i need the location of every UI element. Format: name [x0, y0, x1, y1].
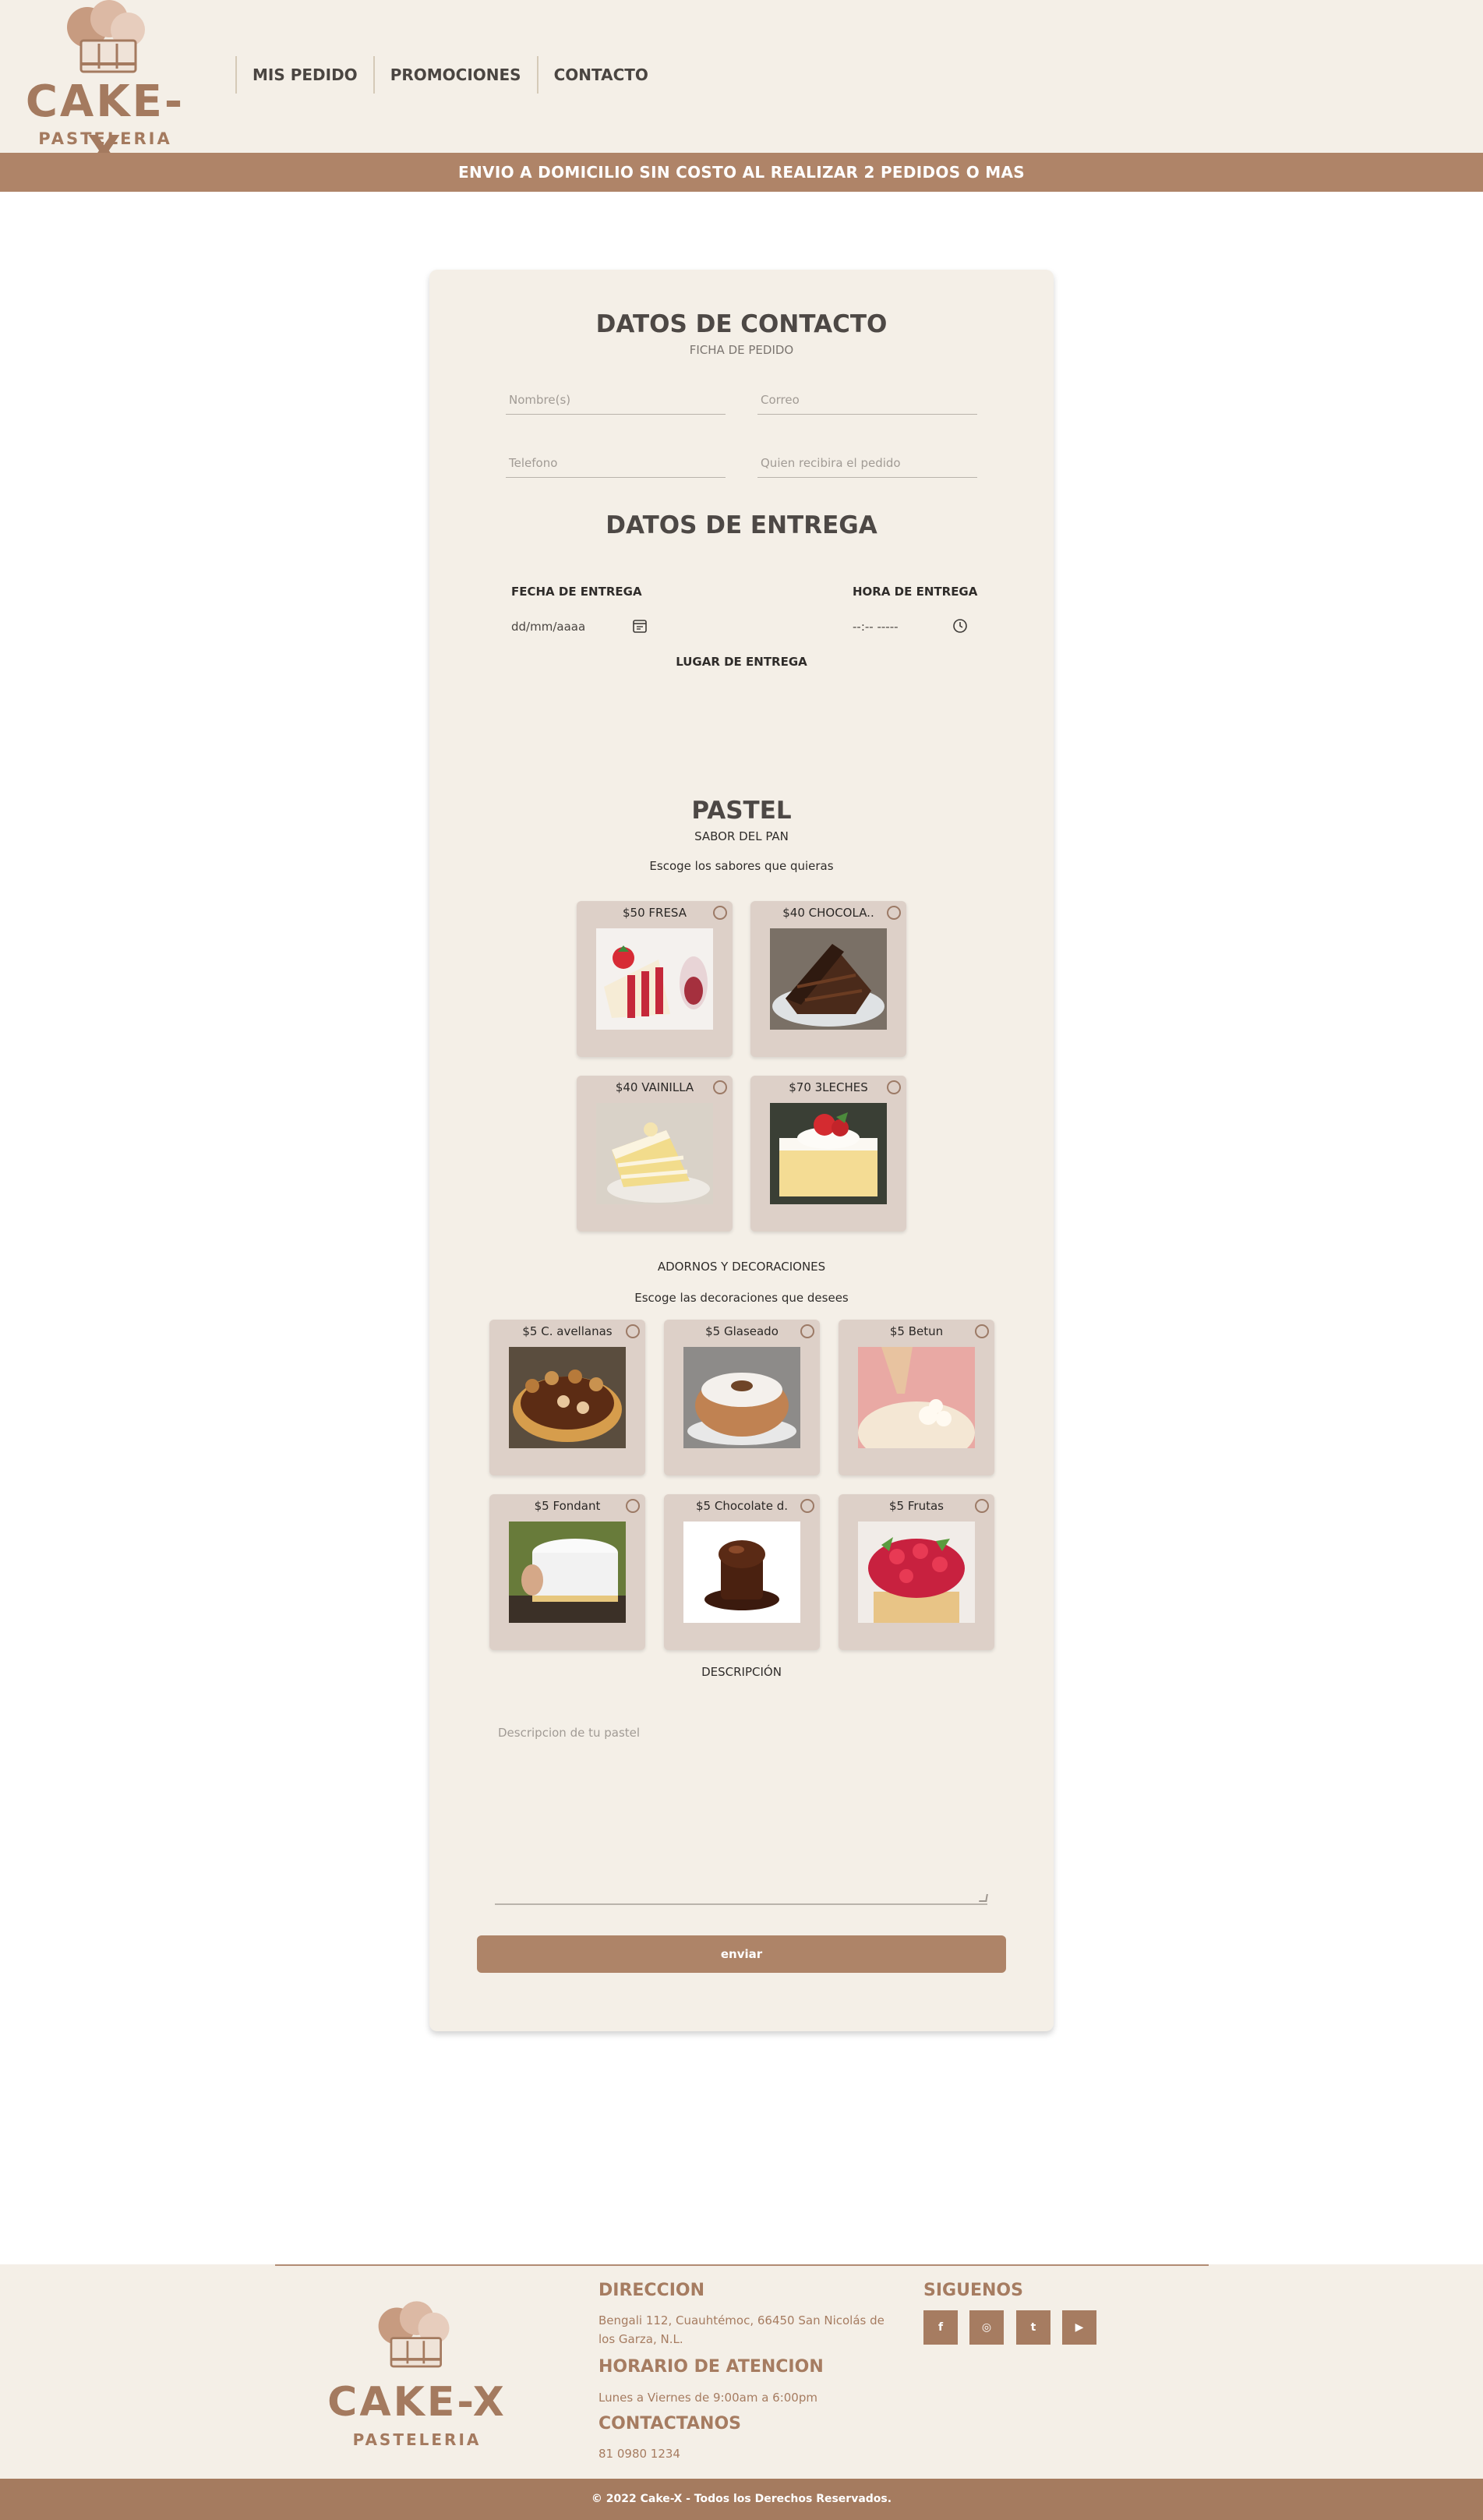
flavor-prompt: Escoge los sabores que quieras — [649, 859, 834, 873]
logo[interactable]: CAKE-X PASTELERIA — [16, 0, 195, 178]
decor-option-chocolate-derretido[interactable]: $5 Chocolate d. — [664, 1494, 820, 1650]
name-field[interactable]: Nombre(s) — [506, 388, 726, 415]
decor-option-fondant[interactable]: $5 Fondant — [489, 1494, 645, 1650]
decor-prompt: Escoge las decoraciones que desees — [634, 1291, 849, 1305]
address-text: Bengali 112, Cuauhtémoc, 66450 San Nicol… — [598, 2313, 885, 2346]
main-nav: MIS PEDIDO PROMOCIONES CONTACTO — [235, 56, 664, 94]
cake-subtitle: SABOR DEL PAN — [694, 829, 789, 843]
decor-radio[interactable] — [626, 1324, 640, 1338]
decor-radio[interactable] — [800, 1324, 814, 1338]
site-header: CAKE-X PASTELERIA MIS PEDIDO PROMOCIONES… — [0, 0, 1483, 178]
time-input[interactable]: --:-- ----- — [853, 620, 899, 634]
delivery-title: DATOS DE ENTREGA — [606, 511, 877, 539]
option-label: $5 Chocolate d. — [696, 1499, 788, 1513]
option-label: $70 3LECHES — [789, 1080, 868, 1094]
description-textarea[interactable]: Descripcion de tu pastel — [495, 1710, 988, 1905]
time-label: HORA DE ENTREGA — [853, 585, 978, 599]
contact-subtitle: FICHA DE PEDIDO — [689, 343, 794, 357]
copyright-bar: © 2022 Cake-X - Todos los Derechos Reser… — [0, 2479, 1483, 2520]
decor-option-glaseado[interactable]: $5 Glaseado — [664, 1320, 820, 1476]
receiver-field[interactable]: Quien recibira el pedido — [757, 451, 977, 478]
resize-handle-icon[interactable] — [979, 1894, 988, 1902]
option-label: $40 CHOCOLA.. — [782, 906, 874, 920]
glazed-bundt-cake-image — [683, 1347, 800, 1448]
flavor-option-3leches[interactable]: $70 3LECHES — [750, 1076, 906, 1232]
decor-radio[interactable] — [975, 1499, 989, 1513]
description-placeholder: Descripcion de tu pastel — [498, 1726, 641, 1740]
address-title: DIRECCION — [598, 2281, 705, 2300]
decor-option-betun[interactable]: $5 Betun — [839, 1320, 994, 1476]
option-label: $5 Frutas — [889, 1499, 944, 1513]
melted-chocolate-cake-image — [683, 1522, 800, 1623]
strawberry-cake-image — [596, 928, 713, 1030]
shipping-banner: ENVIO A DOMICILIO SIN COSTO AL REALIZAR … — [0, 153, 1483, 192]
flavor-radio[interactable] — [713, 906, 727, 920]
footer-brand-name: CAKE-X — [327, 2379, 507, 2426]
youtube-icon[interactable]: ▶ — [1062, 2310, 1096, 2345]
chef-hat-icon — [378, 2301, 450, 2368]
twitter-icon[interactable]: t — [1016, 2310, 1050, 2345]
footer-divider — [275, 2264, 1209, 2266]
calendar-icon[interactable] — [632, 618, 648, 634]
frosting-image — [858, 1347, 975, 1448]
fruit-cake-image — [858, 1522, 975, 1623]
option-label: $40 VAINILLA — [615, 1080, 694, 1094]
decor-radio[interactable] — [975, 1324, 989, 1338]
flavor-radio[interactable] — [713, 1080, 727, 1094]
vanilla-cake-image — [596, 1103, 713, 1204]
contact-footer-title: CONTACTANOS — [598, 2414, 742, 2433]
submit-button[interactable]: enviar — [477, 1935, 1006, 1973]
cake-title: PASTEL — [691, 797, 792, 825]
decor-option-frutas[interactable]: $5 Frutas — [839, 1494, 994, 1650]
nav-promociones[interactable]: PROMOCIONES — [373, 56, 537, 94]
decor-title: ADORNOS Y DECORACIONES — [657, 1260, 826, 1274]
hours-text: Lunes a Viernes de 9:00am a 6:00pm — [598, 2391, 817, 2405]
flavor-option-vainilla[interactable]: $40 VAINILLA — [577, 1076, 733, 1232]
flavor-option-fresa[interactable]: $50 FRESA — [577, 901, 733, 1057]
option-label: $5 Fondant — [534, 1499, 601, 1513]
chocolate-cake-image — [770, 928, 887, 1030]
flavor-radio[interactable] — [887, 906, 901, 920]
option-label: $5 C. avellanas — [522, 1324, 613, 1338]
decor-option-avellanas[interactable]: $5 C. avellanas — [489, 1320, 645, 1476]
date-input[interactable]: dd/mm/aaaa — [511, 620, 585, 634]
description-title: DESCRIPCIÓN — [701, 1665, 782, 1679]
tres-leches-cake-image — [770, 1103, 887, 1204]
option-label: $5 Betun — [889, 1324, 944, 1338]
decor-radio[interactable] — [800, 1499, 814, 1513]
option-label: $50 FRESA — [623, 906, 687, 920]
social-title: SIGUENOS — [923, 2281, 1023, 2300]
phone-text: 81 0980 1234 — [598, 2447, 680, 2461]
flavor-radio[interactable] — [887, 1080, 901, 1094]
email-field[interactable]: Correo — [757, 388, 977, 415]
brand-subtitle: PASTELERIA — [38, 129, 172, 148]
hours-title: HORARIO DE ATENCION — [598, 2357, 824, 2377]
date-label: FECHA DE ENTREGA — [511, 585, 642, 599]
footer-brand-subtitle: PASTELERIA — [352, 2430, 482, 2449]
phone-field[interactable]: Telefono — [506, 451, 726, 478]
nav-mis-pedido[interactable]: MIS PEDIDO — [235, 56, 373, 94]
nav-contacto[interactable]: CONTACTO — [536, 56, 664, 94]
hazelnut-cake-image — [509, 1347, 626, 1448]
decor-radio[interactable] — [626, 1499, 640, 1513]
place-label: LUGAR DE ENTREGA — [676, 655, 807, 669]
footer-logo[interactable]: CAKE-X PASTELERIA — [327, 2292, 507, 2455]
facebook-icon[interactable]: f — [923, 2310, 958, 2345]
order-form: DATOS DE CONTACTO FICHA DE PEDIDO Nombre… — [429, 270, 1054, 2031]
flavor-option-chocolate[interactable]: $40 CHOCOLA.. — [750, 901, 906, 1057]
clock-icon[interactable] — [952, 618, 968, 634]
contact-title: DATOS DE CONTACTO — [595, 310, 888, 338]
fondant-cake-image — [509, 1522, 626, 1623]
chef-hat-icon — [67, 0, 145, 73]
instagram-icon[interactable]: ◎ — [969, 2310, 1004, 2345]
option-label: $5 Glaseado — [705, 1324, 779, 1338]
